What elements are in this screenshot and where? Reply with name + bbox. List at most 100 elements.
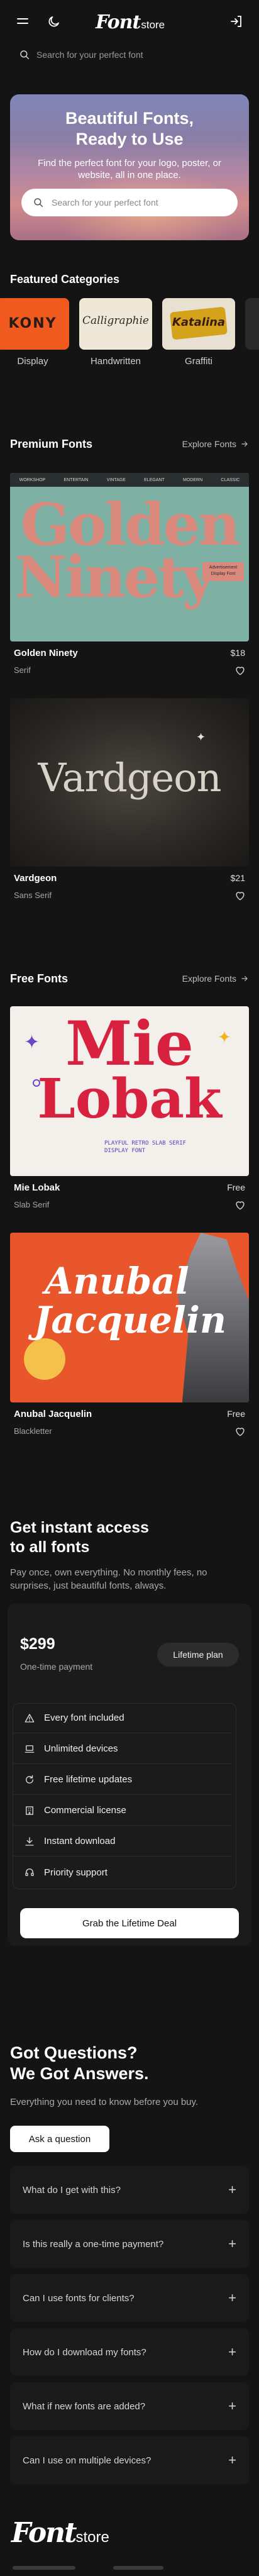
footer-logo[interactable]: Fontstore [11,2517,109,2549]
explore-label: Explore Fonts [182,974,236,984]
mie-lobak-specimen[interactable]: Mie Lobak ✦ ✦ PLAYFUL RETRO SLAB SERIF D… [10,1006,249,1176]
feature-item: Every font included [13,1703,231,1733]
sparkle-icon: ✦ [196,731,206,743]
sparkle-icon: ✦ [24,1032,40,1053]
category-handwritten[interactable]: Calligraphie Handwritten [79,298,152,367]
category-display[interactable]: KONY Display [0,298,69,367]
plus-icon: + [228,2236,236,2251]
premium-title: Premium Fonts [10,438,93,450]
font-category: Sans Serif [14,891,52,900]
sun-decoration [24,1338,65,1380]
feature-label: Instant download [44,1836,116,1846]
logo-word: Font [96,11,141,33]
specimen-word: Ninety [15,544,215,611]
category-sample: KONY [8,316,57,331]
menu-icon[interactable] [15,14,30,29]
building-icon [26,1806,33,1815]
font-name[interactable]: Mie Lobak [14,1182,60,1193]
warning-icon [25,1713,35,1723]
golden-ninety-specimen[interactable]: WORKSHOP ENTERTAIN VINTAGE ELEGANT MODER… [10,473,249,641]
anubal-jacquelin-specimen[interactable]: Anubal Jacquelin [10,1233,249,1402]
category-label: Graffiti [185,356,212,367]
font-price: $21 [230,873,245,883]
faq-title-line2: We Got Answers. [10,2064,149,2083]
price: $299 [20,1635,55,1653]
specimen-tag-bar: WORKSHOP ENTERTAIN VINTAGE ELEGANT MODER… [10,473,249,487]
explore-label: Explore Fonts [182,439,236,449]
specimen-badge: Advertisement Display Font [202,562,244,581]
free-explore-link[interactable]: Explore Fonts [182,974,249,984]
heart-icon[interactable] [234,1425,246,1438]
login-icon[interactable] [229,14,244,29]
hero-search-placeholder: Search for your perfect font [52,197,158,208]
footer-logo-word: Font [11,2517,77,2549]
plus-icon: + [228,2290,236,2306]
faq-question: What do I get with this? [23,2184,121,2196]
premium-explore-link[interactable]: Explore Fonts [182,439,249,449]
refresh-icon [26,1775,33,1784]
faq-question: Is this really a one-time payment? [23,2238,164,2250]
font-price: $18 [230,648,245,658]
footer-logo-sub: store [75,2529,109,2546]
font-name[interactable]: Vardgeon [14,873,57,884]
feature-item: Instant download [13,1826,231,1857]
specimen-word: Jacquelin [33,1299,227,1341]
access-subtitle: Pay once, own everything. No monthly fee… [10,1567,207,1591]
download-icon [25,1836,34,1846]
font-name[interactable]: Golden Ninety [14,648,78,658]
specimen-tag: MODERN [183,477,203,482]
hero-search-input[interactable]: Search for your perfect font [21,189,238,216]
faq-title: Got Questions? We Got Answers. [10,2043,149,2084]
specimen-word: Mie [65,1008,194,1079]
arrow-right-icon [241,441,248,447]
vardgeon-specimen[interactable]: Vardgeon ✦ [10,698,249,867]
ask-question-button[interactable]: Ask a question [10,2126,109,2152]
category-thumb: Katalina [162,298,235,350]
lifetime-deal-button[interactable]: Grab the Lifetime Deal [20,1908,239,1938]
logo-sub: store [141,19,165,31]
category-label: Display [17,356,48,367]
font-category: Blackletter [14,1426,52,1436]
specimen-word: Vardgeon [38,755,221,801]
category-thumb: KONY [0,298,69,350]
faq-item[interactable]: What do I get with this? + [10,2166,249,2214]
arrow-right-icon [241,975,248,982]
feature-item: Unlimited devices [13,1734,231,1764]
header-search[interactable]: Search for your perfect font [8,44,251,65]
faq-item[interactable]: Is this really a one-time payment? + [10,2220,249,2268]
heart-icon[interactable] [234,889,246,902]
specimen-word: Anubal [45,1260,189,1302]
laptop-icon [25,1745,35,1753]
footer-link-placeholder[interactable] [13,2566,75,2570]
search-icon [34,198,43,208]
access-title: Get instant access to all fonts [10,1518,149,1557]
logo[interactable]: Fontstore [96,11,165,33]
hero-title: Beautiful Fonts, Ready to Use [10,108,249,150]
specimen-note: PLAYFUL RETRO SLAB SERIF DISPLAY FONT [104,1140,187,1154]
specimen-word: Golden [20,491,241,558]
feature-label: Unlimited devices [44,1743,118,1754]
category-label: Handwritten [90,356,141,367]
plus-icon: + [228,2182,236,2197]
feature-label: Every font included [44,1713,124,1723]
faq-title-line1: Got Questions? [10,2043,138,2062]
faq-item[interactable]: Can I use fonts for clients? + [10,2274,249,2322]
hero-banner: Beautiful Fonts, Ready to Use Find the pe… [10,94,249,240]
moon-icon[interactable] [47,14,62,29]
free-title: Free Fonts [10,972,69,985]
faq-item[interactable]: What if new fonts are added? + [10,2382,249,2430]
category-graffiti[interactable]: Katalina Graffiti [162,298,235,367]
specimen-tag: ENTERTAIN [63,477,89,482]
font-name[interactable]: Anubal Jacquelin [14,1409,92,1419]
faq-item[interactable]: Can I use on multiple devices? + [10,2436,249,2484]
feature-label: Commercial license [44,1805,126,1816]
category-next-peek[interactable] [245,298,259,350]
category-thumb: Calligraphie [79,298,152,350]
heart-icon[interactable] [234,664,246,677]
footer-link-placeholder[interactable] [113,2566,163,2570]
specimen-tag: VINTAGE [106,477,126,482]
faq-item[interactable]: How do I download my fonts? + [10,2328,249,2376]
heart-icon[interactable] [234,1199,246,1211]
feature-label: Priority support [44,1867,107,1878]
featured-title: Featured Categories [10,273,120,286]
